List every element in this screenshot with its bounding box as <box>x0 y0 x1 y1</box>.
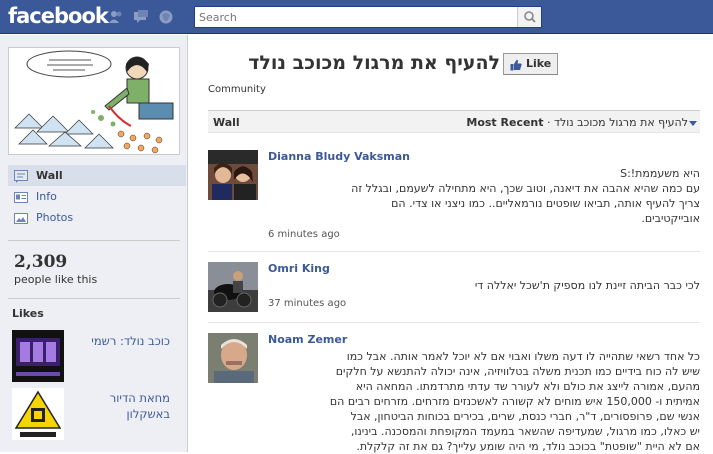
search-box <box>194 6 542 28</box>
filter-page-name: להעיף את מרגול מכוכב נולד <box>554 116 688 129</box>
filter-separator: · <box>547 116 551 129</box>
filter-sort: Most Recent <box>466 116 544 129</box>
post-line: לכי כבר הביתה זיינת לנו מספיק ת'שכל יאלל… <box>474 279 700 292</box>
post-timestamp[interactable]: 37 minutes ago <box>268 298 346 309</box>
avatar[interactable] <box>208 262 258 312</box>
page-title: להעיף את מרגול מכוכב נולד <box>248 52 500 74</box>
divider <box>8 298 180 299</box>
avatar[interactable] <box>208 150 258 200</box>
post-divider <box>208 322 700 323</box>
post-message: לכי כבר הביתה זיינת לנו מספיק ת'שכל יאלל… <box>268 278 700 293</box>
nav-item-info[interactable]: Info <box>8 186 186 207</box>
post-line: שיש לה כוח בידיים כמו תכנית משלה בטלוויז… <box>335 365 700 378</box>
post-message: כל אחד רשאי שתהייה לו דעה משלו ואבוי אם … <box>268 349 700 454</box>
wall-post: Omri King לכי כבר הביתה זיינת לנו מספיק … <box>208 262 700 314</box>
like-button[interactable]: Like <box>503 53 558 75</box>
post-line: כל אחד רשאי שתהייה לו דעה משלו ואבוי אם … <box>346 350 700 363</box>
liked-page-name[interactable]: כוכב נולד: רשמי <box>70 334 170 348</box>
avatar[interactable] <box>208 333 258 383</box>
wall-header: Wall להעיף את מרגול מכוכב נולד · Most Re… <box>208 110 700 133</box>
post-line: מהעם, אמורה לייצג את כולם ולא לעורר שד ע… <box>355 380 700 393</box>
wall-post: Dianna Bludy Vaksman היא משעממת!:S עם כמ… <box>208 150 700 242</box>
wall-filter[interactable]: להעיף את מרגול מכוכב נולד · Most Recent <box>466 116 688 129</box>
search-input[interactable] <box>195 7 515 27</box>
wall-tab[interactable]: Wall <box>213 116 240 129</box>
page-nav: Wall Info Photos <box>8 165 186 228</box>
post-author[interactable]: Dianna Bludy Vaksman <box>268 150 410 163</box>
post-line: היא משעממת!:S <box>620 167 700 180</box>
divider <box>8 240 180 241</box>
like-button-label: Like <box>526 57 552 70</box>
nav-item-label: Photos <box>36 211 74 224</box>
messages-icon[interactable] <box>133 9 149 25</box>
info-icon <box>14 190 28 203</box>
post-author[interactable]: Omri King <box>268 262 330 275</box>
nav-item-label: Wall <box>36 169 63 182</box>
liked-page-thumbnail[interactable] <box>12 330 64 382</box>
page-category: Community <box>208 84 266 95</box>
likes-label: people like this <box>14 273 98 286</box>
search-icon[interactable] <box>517 7 541 27</box>
post-divider <box>208 251 700 252</box>
liked-page-thumbnail[interactable] <box>12 388 64 440</box>
notifications-icon[interactable] <box>158 9 174 25</box>
thumbs-up-icon <box>510 58 522 71</box>
photos-icon <box>14 211 28 224</box>
post-line: עם כמה שהיא אהבה את דיאנה, וטוב שכך, היא… <box>351 182 700 195</box>
post-timestamp[interactable]: 6 minutes ago <box>268 229 340 240</box>
post-line: אנשי שם, פרופסורים, ד"ר, חברי כנסת, שרים… <box>350 410 700 423</box>
profile-picture[interactable] <box>8 47 180 155</box>
likes-count[interactable]: 2,309 <box>14 252 67 272</box>
post-line: אובייקטיבים. <box>641 212 700 225</box>
post-author[interactable]: Noam Zemer <box>268 333 347 346</box>
wall-post: Noam Zemer כל אחד רשאי שתהייה לו דעה משל… <box>208 333 700 454</box>
post-line: יש כאלו, כמו מרגול, שמעדיפה שהשאר במעמד … <box>350 425 700 438</box>
chevron-down-icon[interactable] <box>689 121 697 126</box>
nav-item-wall[interactable]: Wall <box>8 165 186 186</box>
friends-icon[interactable] <box>108 9 124 25</box>
facebook-logo[interactable]: facebook <box>8 4 109 28</box>
post-message: היא משעממת!:S עם כמה שהיא אהבה את דיאנה,… <box>268 166 700 226</box>
liked-page-name[interactable]: מחאת הדיור באשקלון <box>70 390 170 422</box>
nav-item-label: Info <box>36 190 57 203</box>
nav-item-photos[interactable]: Photos <box>8 207 186 228</box>
likes-section-title: Likes <box>12 307 44 320</box>
post-line: אמיתית ו- 150,000 איש מוחים לא קשורה לאש… <box>329 395 700 408</box>
wall-icon <box>14 169 28 183</box>
post-line: צריך להעיף אותה, תביאו שופטים נורמאליים.… <box>391 197 700 210</box>
top-bar: facebook <box>0 0 713 34</box>
